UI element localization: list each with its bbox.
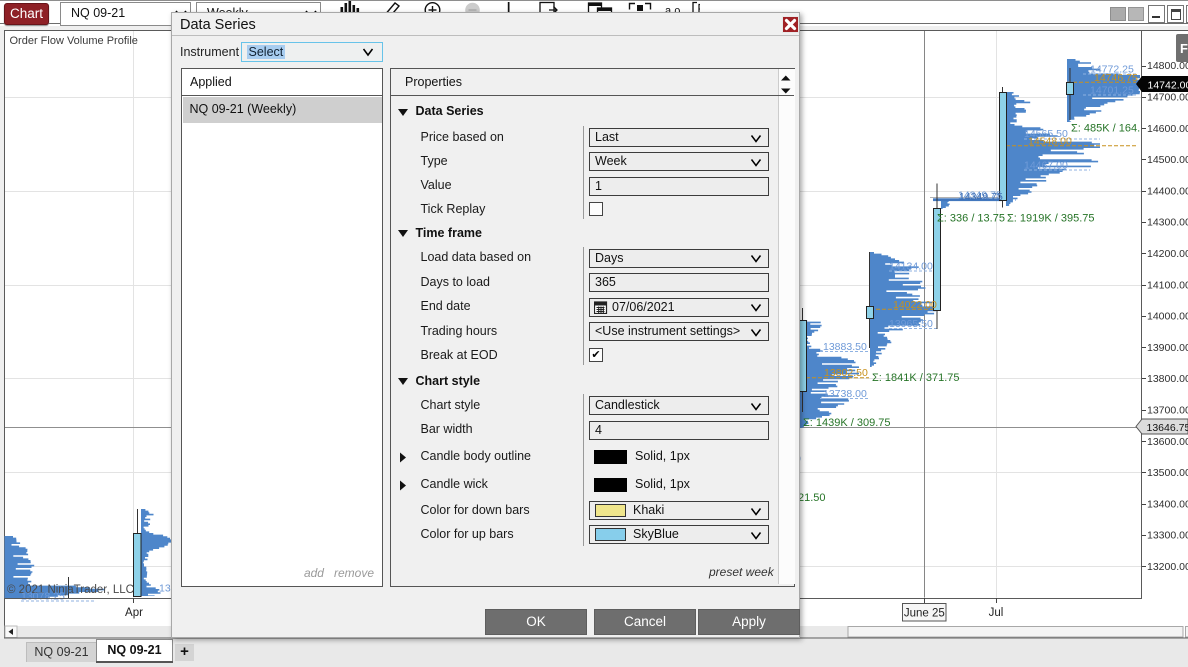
svg-text:13883.50: 13883.50: [823, 341, 867, 353]
svg-text:14500.00: 14500.00: [1147, 154, 1188, 166]
svg-text:13600.00: 13600.00: [1147, 436, 1188, 448]
svg-text:13500.00: 13500.00: [1147, 467, 1188, 479]
svg-text:13700.00: 13700.00: [1147, 405, 1188, 417]
svg-text:14467.00: 14467.00: [1024, 160, 1068, 172]
svg-text:14100.00: 14100.00: [1147, 279, 1188, 291]
svg-text:Σ: 1841K / 371.75: Σ: 1841K / 371.75: [872, 372, 960, 384]
svg-text:14600.00: 14600.00: [1147, 123, 1188, 135]
svg-text:13200.00: 13200.00: [1147, 561, 1188, 573]
svg-text:13965.50: 13965.50: [889, 318, 933, 330]
svg-text:Jul: Jul: [989, 607, 1004, 619]
svg-text:Order Flow Volume Profile: Order Flow Volume Profile: [10, 35, 138, 47]
svg-text:Σ: 1439K / 309.75: Σ: 1439K / 309.75: [803, 417, 891, 429]
svg-text:Σ: 336 / 13.75: Σ: 336 / 13.75: [937, 213, 1005, 225]
svg-text:21.50: 21.50: [798, 492, 826, 504]
svg-text:14742.00: 14742.00: [1148, 79, 1188, 91]
svg-text:13300.00: 13300.00: [1147, 530, 1188, 542]
svg-text:13802.50: 13802.50: [824, 367, 868, 379]
svg-text:Σ: 485K / 164.: Σ: 485K / 164.: [1071, 123, 1140, 135]
svg-text:14701.25: 14701.25: [1090, 85, 1134, 97]
svg-text:14200.00: 14200.00: [1147, 248, 1188, 260]
svg-text:14000.00: 14000.00: [1147, 311, 1188, 323]
svg-text:14746.75: 14746.75: [1094, 72, 1138, 84]
svg-text:14548.00: 14548.00: [1028, 135, 1072, 147]
svg-text:14700.00: 14700.00: [1147, 92, 1188, 104]
svg-text:14022.00: 14022.00: [893, 299, 937, 311]
svg-text:13400.00: 13400.00: [1147, 498, 1188, 510]
svg-text:14300.00: 14300.00: [1147, 217, 1188, 229]
svg-text:Apr: Apr: [125, 607, 143, 619]
svg-text:13900.00: 13900.00: [1147, 342, 1188, 354]
svg-text:June 25: June 25: [904, 608, 945, 620]
svg-text:13800.00: 13800.00: [1147, 373, 1188, 385]
svg-text:14134.00: 14134.00: [889, 261, 933, 273]
svg-text:14349.75: 14349.75: [959, 191, 1003, 203]
svg-text:13646.75: 13646.75: [1147, 422, 1188, 434]
svg-text:14400.00: 14400.00: [1147, 185, 1188, 197]
svg-text:Σ: 1919K / 395.75: Σ: 1919K / 395.75: [1007, 213, 1095, 225]
svg-text:13738.00: 13738.00: [823, 388, 867, 400]
svg-text:F: F: [1180, 41, 1188, 56]
